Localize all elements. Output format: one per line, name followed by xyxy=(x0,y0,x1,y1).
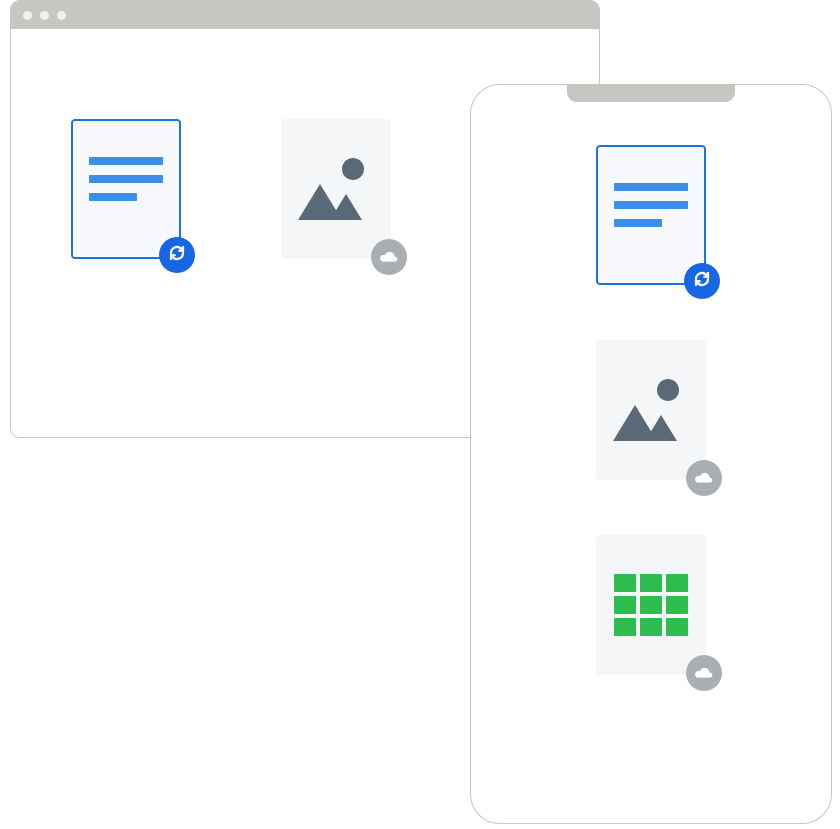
window-control-dot xyxy=(57,11,66,20)
cloud-badge xyxy=(371,239,407,275)
browser-titlebar xyxy=(11,1,599,29)
cloud-icon xyxy=(694,469,714,488)
document-file-icon xyxy=(614,183,688,227)
cloud-icon xyxy=(694,664,714,683)
window-control-dot xyxy=(40,11,49,20)
window-control-dot xyxy=(23,11,32,20)
mobile-frame xyxy=(470,84,832,824)
file-spreadsheet xyxy=(596,535,706,675)
mobile-content xyxy=(471,85,831,675)
document-file-icon xyxy=(89,157,163,201)
sync-icon xyxy=(693,270,711,293)
spreadsheet-file-icon xyxy=(614,574,688,636)
sync-badge xyxy=(159,237,195,273)
mobile-notch xyxy=(567,84,735,102)
image-file-icon xyxy=(296,154,376,224)
image-file-icon xyxy=(611,375,691,445)
file-document xyxy=(71,119,181,259)
cloud-badge xyxy=(686,655,722,691)
file-document xyxy=(596,145,706,285)
sync-icon xyxy=(168,244,186,267)
cloud-badge xyxy=(686,460,722,496)
cloud-icon xyxy=(379,248,399,267)
sync-badge xyxy=(684,263,720,299)
file-image xyxy=(281,119,391,259)
file-image xyxy=(596,340,706,480)
